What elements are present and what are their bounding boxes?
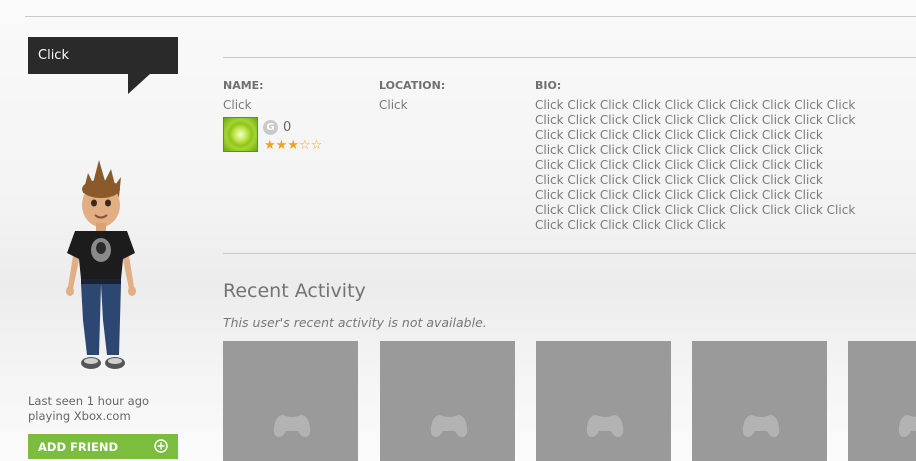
gamerscore-value: 0 xyxy=(283,120,292,135)
controller-icon xyxy=(898,415,916,437)
bio-line: Click Click Click Click Click Click Clic… xyxy=(535,173,823,187)
recent-activity-note: This user's recent activity is not avail… xyxy=(223,315,487,330)
star-filled-icon: ★ xyxy=(275,138,288,153)
controller-icon xyxy=(742,415,780,437)
name-label: NAME: xyxy=(223,79,264,92)
bio-line: Click Click Click Click Click Click Clic… xyxy=(535,113,856,127)
bio-line: Click Click Click Click Click Click Clic… xyxy=(535,128,823,142)
activity-tile[interactable] xyxy=(223,341,358,461)
bio-line: Click Click Click Click Click Click Clic… xyxy=(535,188,823,202)
controller-icon xyxy=(273,415,311,437)
plus-circle-icon xyxy=(154,439,168,453)
star-filled-icon: ★ xyxy=(287,138,299,153)
add-friend-button[interactable]: ADD FRIEND xyxy=(28,434,178,459)
reputation-stars: ★★★☆☆ xyxy=(264,139,322,153)
avatar-figure xyxy=(66,160,136,369)
activity-tile[interactable] xyxy=(848,341,916,461)
status-bubble: Click xyxy=(28,37,178,74)
gamerpic[interactable] xyxy=(223,117,258,152)
last-seen-text: Last seen 1 hour ago playing Xbox.com xyxy=(28,394,150,423)
star-empty-icon: ☆ xyxy=(310,138,323,153)
top-divider xyxy=(25,16,916,17)
bio-line: Click Click Click Click Click Click Clic… xyxy=(535,203,856,217)
profile-divider-bottom xyxy=(223,253,916,254)
star-filled-icon: ★ xyxy=(264,138,276,153)
status-bubble-tail xyxy=(128,74,150,94)
status-bubble-text: Click xyxy=(38,48,69,63)
bio-line: Click Click Click Click Click Click Clic… xyxy=(535,158,823,172)
activity-tile[interactable] xyxy=(536,341,671,461)
recent-activity-heading: Recent Activity xyxy=(223,280,366,302)
bio-line: Click Click Click Click Click Click Clic… xyxy=(535,98,856,112)
bio-text: Click Click Click Click Click Click Clic… xyxy=(535,98,856,233)
activity-tile[interactable] xyxy=(380,341,515,461)
add-friend-label: ADD FRIEND xyxy=(38,440,119,454)
controller-icon xyxy=(586,415,624,437)
name-value: Click xyxy=(223,98,252,112)
location-value: Click xyxy=(379,98,408,112)
profile-divider-top xyxy=(223,57,916,58)
bio-line: Click Click Click Click Click Click Clic… xyxy=(535,143,823,157)
location-label: LOCATION: xyxy=(379,79,446,92)
gamerscore-icon: G xyxy=(263,120,278,135)
activity-tile[interactable] xyxy=(692,341,827,461)
star-empty-icon: ☆ xyxy=(298,138,311,153)
controller-icon xyxy=(430,415,468,437)
bio-line: Click Click Click Click Click Click xyxy=(535,218,726,232)
bio-label: BIO: xyxy=(535,79,562,92)
